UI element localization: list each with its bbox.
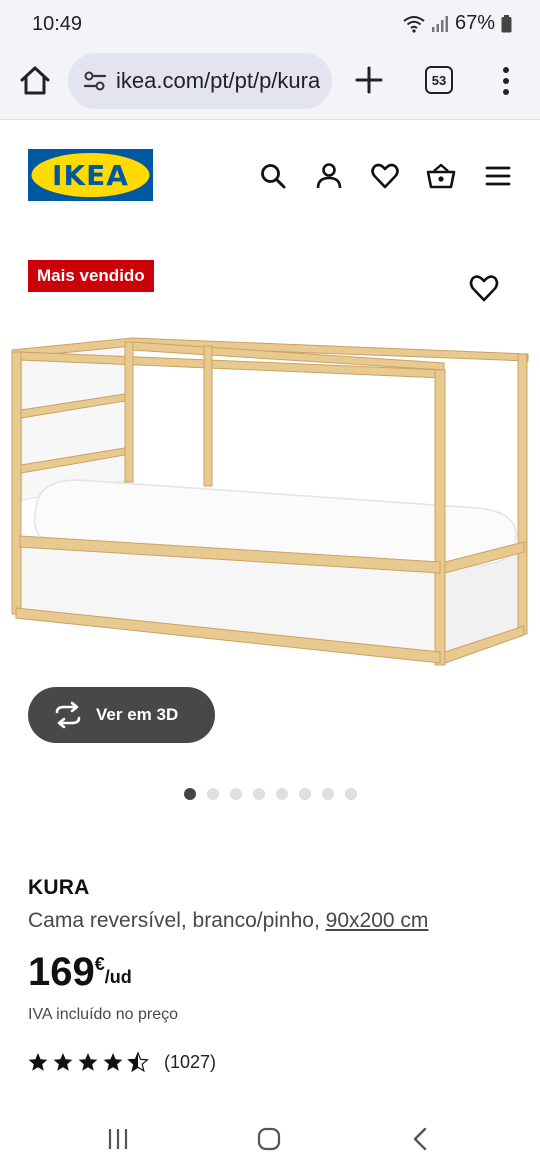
price-unit: /ud [104, 967, 132, 987]
carousel-dot[interactable] [184, 788, 196, 800]
site-header: IKEA [0, 121, 540, 231]
view-in-3d-button[interactable]: Ver em 3D [28, 687, 215, 743]
price-currency: € [94, 954, 105, 974]
battery-icon [501, 14, 512, 32]
product-size-link[interactable]: 90x200 cm [326, 909, 429, 932]
carousel-dot[interactable] [207, 788, 219, 800]
product-rating[interactable]: (1027) [28, 1051, 216, 1073]
rating-stars [28, 1051, 149, 1073]
wifi-icon [403, 15, 425, 33]
image-carousel-dots [184, 788, 357, 800]
favourite-heart-icon[interactable] [468, 272, 500, 304]
tune-icon[interactable] [82, 68, 108, 94]
recents-icon[interactable] [105, 1126, 131, 1152]
home-icon[interactable] [18, 64, 52, 98]
battery-percent: 67% [454, 12, 495, 34]
product-price: 169 € /ud [28, 950, 132, 994]
header-actions [0, 161, 540, 191]
star-icon [127, 1051, 149, 1073]
search-icon[interactable] [258, 161, 288, 191]
carousel-dot[interactable] [253, 788, 265, 800]
star-icon [78, 1053, 98, 1071]
status-time: 10:49 [32, 13, 83, 35]
more-vert-icon[interactable] [498, 66, 514, 96]
product-name: KURA [28, 876, 90, 899]
carousel-dot[interactable] [299, 788, 311, 800]
carousel-dot[interactable] [276, 788, 288, 800]
menu-icon[interactable] [483, 161, 513, 191]
user-icon[interactable] [314, 161, 344, 191]
home-circle-icon[interactable] [256, 1126, 282, 1152]
star-icon [53, 1053, 73, 1071]
price-amount: 169 [28, 950, 95, 994]
carousel-dot[interactable] [230, 788, 242, 800]
status-bar: 10:49 67% [0, 0, 540, 50]
system-nav-bar [0, 1108, 540, 1170]
star-icon [28, 1053, 48, 1071]
product-image[interactable] [8, 330, 532, 675]
view-in-3d-label: Ver em 3D [96, 705, 179, 724]
product-description: Cama reversível, branco/pinho, 90x200 cm [28, 909, 428, 933]
star-icon [103, 1053, 123, 1071]
bestseller-badge: Mais vendido [28, 260, 154, 292]
product-type: Cama reversível, branco/pinho, [28, 909, 320, 932]
url-text[interactable]: ikea.com/pt/pt/p/kura [116, 68, 320, 94]
carousel-dot[interactable] [322, 788, 334, 800]
carousel-dot[interactable] [345, 788, 357, 800]
browser-toolbar: ikea.com/pt/pt/p/kura 53 [0, 50, 540, 120]
heart-icon[interactable] [370, 161, 400, 191]
signal-icon [431, 15, 448, 32]
basket-icon[interactable] [426, 161, 456, 191]
tab-count: 53 [431, 72, 447, 88]
tabs-icon[interactable]: 53 [425, 66, 453, 94]
review-count[interactable]: (1027) [164, 1052, 216, 1073]
vat-note: IVA incluído no preço [28, 1006, 179, 1023]
plus-icon[interactable] [354, 65, 384, 95]
status-indicators: 67% [403, 12, 512, 35]
back-icon[interactable] [408, 1126, 434, 1152]
rotate-3d-icon [55, 701, 81, 729]
address-bar[interactable]: ikea.com/pt/pt/p/kura [68, 53, 332, 109]
